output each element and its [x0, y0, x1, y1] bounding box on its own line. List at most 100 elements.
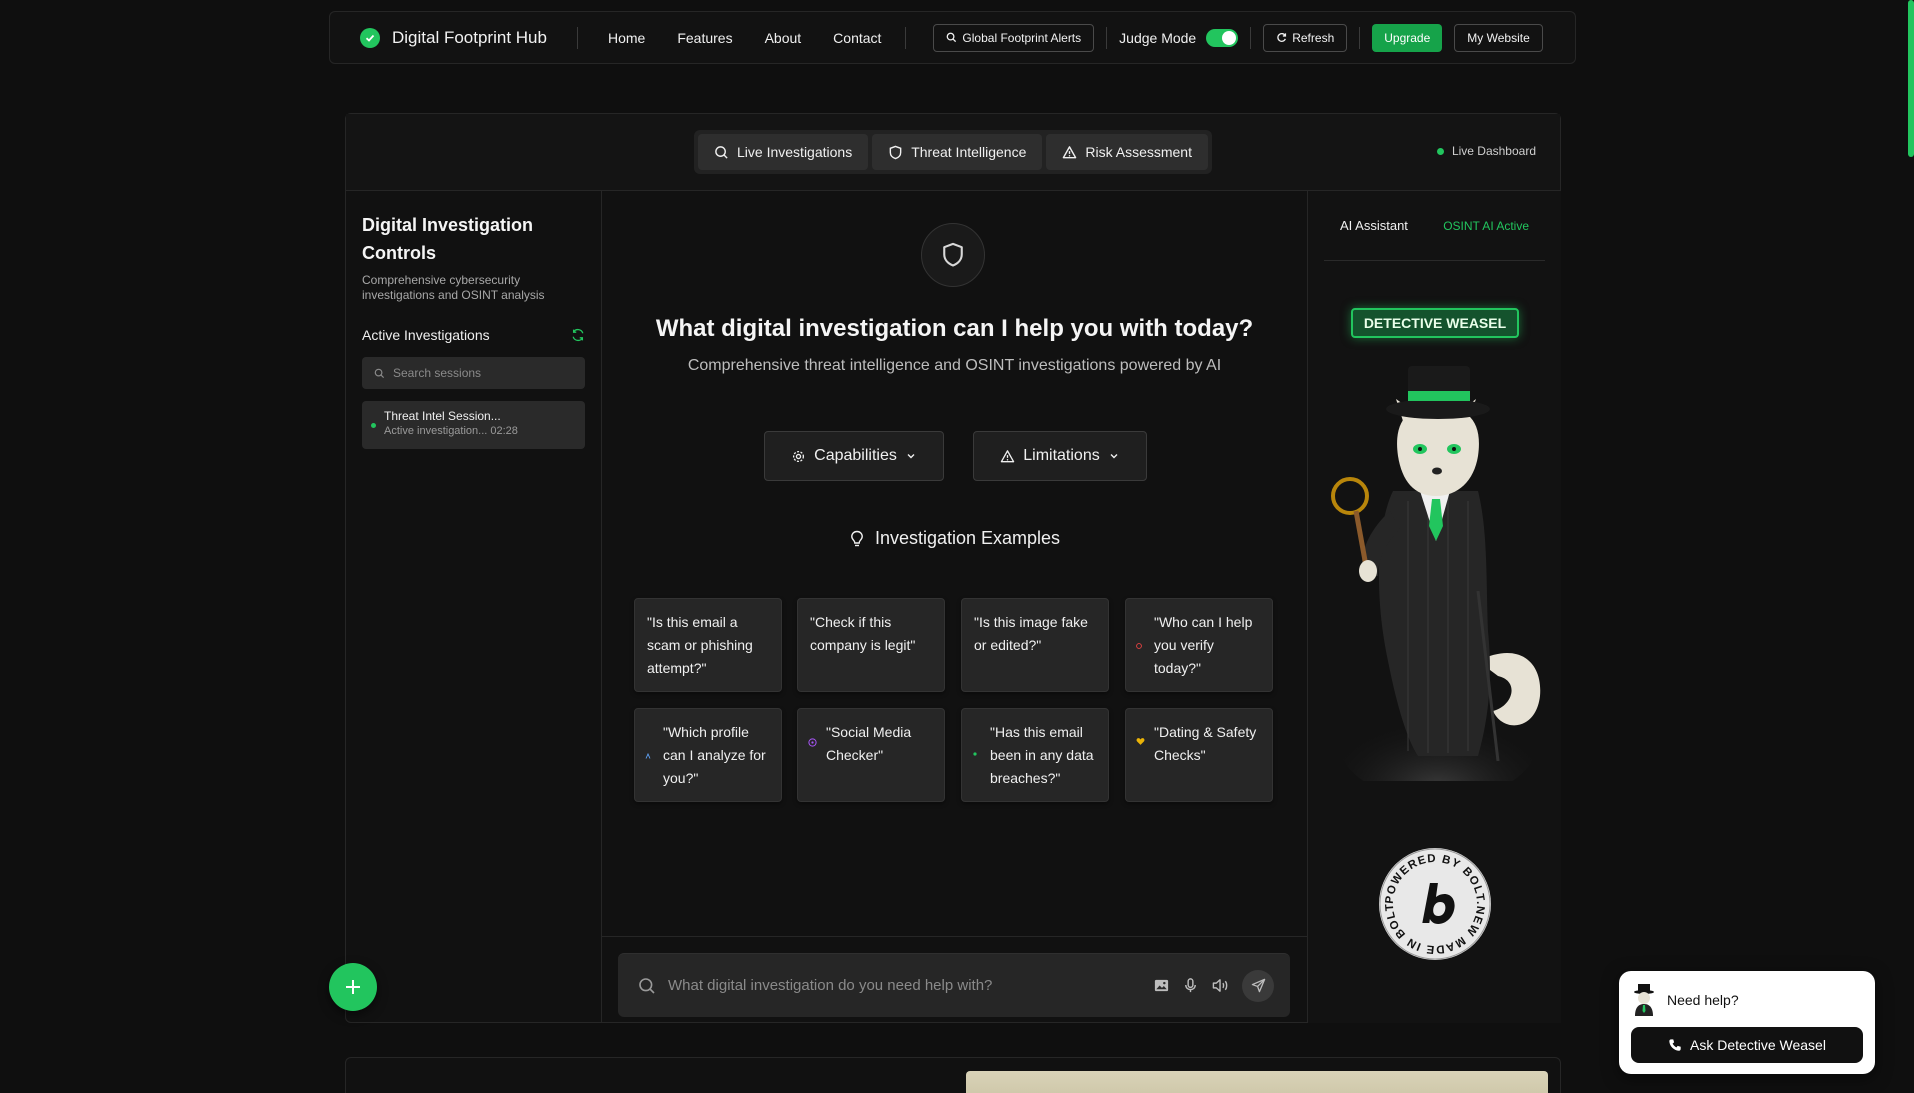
divider [1250, 26, 1252, 49]
shield-emblem [921, 223, 985, 287]
phone-icon [1669, 1039, 1681, 1051]
top-navbar: Digital Footprint Hub Home Features Abou… [329, 11, 1576, 64]
example-card-email-scam[interactable]: "Is this email a scam or phishing attemp… [634, 598, 782, 692]
example-text: "Dating & Safety Checks" [1154, 724, 1257, 763]
live-dashboard-indicator: Live Dashboard [1436, 144, 1536, 158]
assistant-title: AI Assistant [1340, 218, 1408, 233]
example-card-social-media[interactable]: "Social Media Checker" [797, 708, 945, 802]
page-subtitle: Comprehensive threat intelligence and OS… [687, 357, 1222, 374]
session-status: Active investigation... 02:28 [384, 425, 518, 437]
nav-home[interactable]: Home [608, 30, 645, 46]
global-alerts-label: Global Footprint Alerts [962, 30, 1082, 45]
sidebar-title: Digital Investigation Controls [362, 215, 534, 263]
examples-title: Investigation Examples [874, 528, 1061, 548]
refresh-icon[interactable] [571, 328, 585, 342]
live-dot-icon [1436, 147, 1444, 155]
divider [1106, 26, 1108, 49]
search-icon [715, 145, 728, 159]
microphone-icon[interactable] [1182, 977, 1199, 994]
examples-heading: Investigation Examples [602, 528, 1307, 549]
session-item[interactable]: Threat Intel Session... Active investiga… [362, 401, 585, 449]
tab-risk-assessment[interactable]: Risk Assessment [1046, 134, 1208, 170]
judge-mode-label: Judge Mode [1119, 29, 1197, 46]
warning-icon [1063, 145, 1077, 158]
chevron-down-icon [907, 454, 915, 459]
help-widget: Need help? Ask Detective Weasel [1619, 971, 1875, 1074]
page-scrollbar[interactable] [1908, 0, 1914, 157]
query-input[interactable] [668, 977, 1153, 994]
session-status-dot-icon [371, 423, 376, 428]
search-icon [947, 32, 957, 43]
heart-icon [1136, 738, 1145, 745]
speaker-icon[interactable] [1211, 977, 1230, 994]
assistant-panel: AI Assistant OSINT AI Active DETECTIVE W… [1307, 191, 1561, 1023]
help-prompt: Need help? [1667, 992, 1739, 1008]
search-icon [374, 368, 385, 378]
brand-name: Digital Footprint Hub [392, 27, 547, 47]
nav-contact[interactable]: Contact [833, 30, 881, 46]
capabilities-label: Capabilities [814, 447, 897, 464]
capabilities-dropdown[interactable]: Capabilities [764, 431, 944, 481]
nav-links: Home Features About Contact [608, 30, 881, 46]
example-card-company-legit[interactable]: "Check if this company is legit" [797, 598, 945, 692]
new-investigation-button[interactable] [329, 963, 377, 1011]
example-text: "Is this image fake or edited?" [974, 614, 1088, 653]
next-section-image [966, 1071, 1548, 1093]
limitations-label: Limitations [1023, 447, 1100, 464]
divider [576, 26, 578, 49]
tab-live-investigations[interactable]: Live Investigations [698, 134, 869, 170]
ask-detective-weasel-button[interactable]: Ask Detective Weasel [1631, 1027, 1863, 1063]
upgrade-button[interactable]: Upgrade [1372, 23, 1443, 52]
divider [602, 936, 1307, 937]
tab-label: Risk Assessment [1085, 144, 1192, 160]
divider [905, 26, 907, 49]
example-text: "Check if this company is legit" [810, 614, 916, 653]
query-input-bar [618, 953, 1290, 1017]
sidebar: Digital Investigation Controls Comprehen… [346, 191, 602, 1023]
nav-about[interactable]: About [765, 30, 802, 46]
send-icon [1251, 978, 1265, 993]
active-investigations-header: Active Investigations [362, 327, 585, 343]
judge-mode-toggle[interactable] [1206, 28, 1239, 47]
image-icon[interactable] [1153, 977, 1170, 994]
detective-avatar-icon [1634, 984, 1654, 1016]
example-text: "Is this email a scam or phishing attemp… [647, 614, 753, 676]
example-card-image-fake[interactable]: "Is this image fake or edited?" [961, 598, 1109, 692]
send-button[interactable] [1242, 969, 1274, 1002]
tab-label: Threat Intelligence [911, 144, 1027, 160]
live-dashboard-label: Live Dashboard [1451, 144, 1536, 158]
session-title: Threat Intel Session... [384, 409, 501, 423]
search-icon [639, 977, 655, 994]
active-investigations-label: Active Investigations [362, 327, 490, 343]
lightbulb-icon [851, 530, 863, 546]
tab-threat-intelligence[interactable]: Threat Intelligence [872, 134, 1043, 170]
assistant-status: OSINT AI Active [1443, 218, 1529, 233]
dashboard-panel: Live Investigations Threat Intelligence … [345, 113, 1561, 1023]
global-alerts-button[interactable]: Global Footprint Alerts [933, 23, 1095, 52]
tab-group: Live Investigations Threat Intelligence … [694, 130, 1212, 174]
my-website-button[interactable]: My Website [1454, 23, 1543, 52]
brand[interactable]: Digital Footprint Hub [360, 27, 547, 48]
limitations-dropdown[interactable]: Limitations [973, 431, 1147, 481]
example-card-verify[interactable]: "Who can I help you verify today?" [1125, 598, 1273, 692]
user-circle-icon [1136, 643, 1142, 649]
detective-weasel-badge: DETECTIVE WEASEL [1351, 308, 1519, 338]
example-card-profile[interactable]: "Which profile can I analyze for you?" [634, 708, 782, 802]
plus-icon [346, 980, 360, 994]
sidebar-subtitle: Comprehensive cybersecurity investigatio… [362, 273, 545, 302]
refresh-button[interactable]: Refresh [1263, 23, 1348, 52]
judge-mode: Judge Mode [1119, 28, 1239, 47]
tab-bar: Live Investigations Threat Intelligence … [346, 114, 1560, 191]
example-card-data-breach[interactable]: "Has this email been in any data breache… [961, 708, 1109, 802]
nav-features[interactable]: Features [677, 30, 732, 46]
powered-by-bolt-badge-icon: POWERED BY BOLT.NEW MADE IN BOLT.NEW [1378, 847, 1491, 960]
warning-icon [1001, 449, 1015, 462]
example-text: "Has this email been in any data breache… [990, 724, 1094, 786]
example-card-dating-safety[interactable]: "Dating & Safety Checks" [1125, 708, 1273, 802]
user-icon [645, 753, 651, 759]
refresh-icon [1277, 33, 1287, 42]
help-header: Need help? [1631, 983, 1863, 1017]
shield-icon [943, 242, 963, 267]
example-text: "Who can I help you verify today?" [1154, 614, 1253, 676]
session-search[interactable]: Search sessions [362, 357, 585, 389]
